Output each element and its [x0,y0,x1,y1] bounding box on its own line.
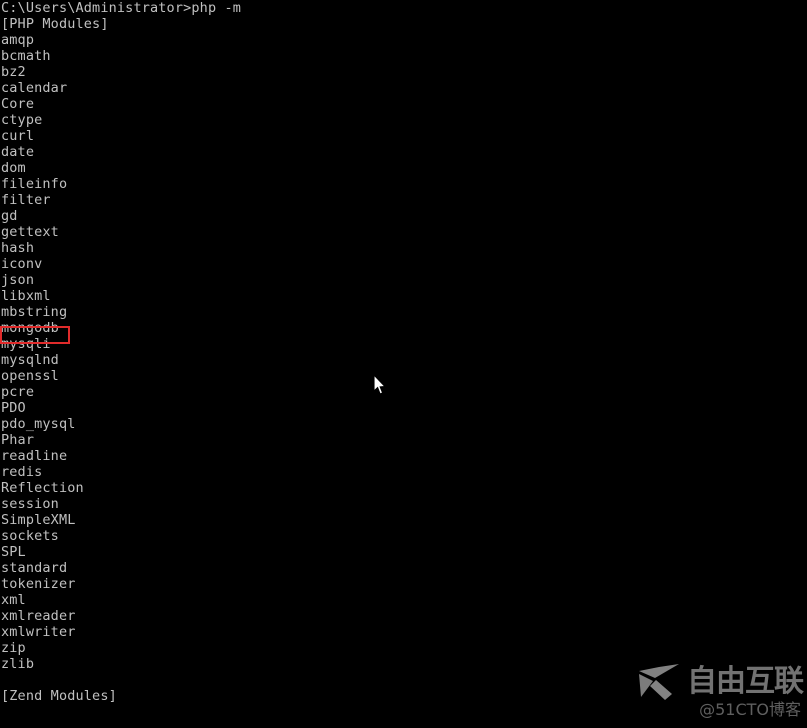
module-list-item: iconv [1,256,43,272]
module-list-item: gettext [1,224,59,240]
module-list-item: Phar [1,432,35,448]
module-list-item: fileinfo [1,176,68,192]
module-list-item: json [1,272,35,288]
module-list-item: sockets [1,528,59,544]
module-list-item: SPL [1,544,26,560]
module-list-item: mbstring [1,304,68,320]
module-list-item: standard [1,560,68,576]
module-list-item: libxml [1,288,51,304]
command-prompt-window[interactable]: C:\Users\Administrator>php -m [PHP Modul… [0,0,807,728]
module-list-item: filter [1,192,51,208]
console-output-area: C:\Users\Administrator>php -m [PHP Modul… [0,0,807,704]
module-list-item: bz2 [1,64,26,80]
module-list-item: session [1,496,59,512]
module-list-item: xmlwriter [1,624,76,640]
module-list-item: PDO [1,400,26,416]
module-list-item: pcre [1,384,35,400]
module-list-item: xmlreader [1,608,76,624]
module-list-item: redis [1,464,43,480]
module-list-item: amqp [1,32,35,48]
module-list-item: tokenizer [1,576,76,592]
module-list-item: mysqlnd [1,352,59,368]
module-list-item: bcmath [1,48,51,64]
php-modules-header: [PHP Modules] [1,16,109,32]
module-list-item: Reflection [1,480,84,496]
module-list-item: readline [1,448,68,464]
module-list-item: calendar [1,80,68,96]
module-list-item: dom [1,160,26,176]
module-list-item: zip [1,640,26,656]
module-list-item: pdo_mysql [1,416,76,432]
module-list-item: mongodb [1,320,59,336]
module-list-item: SimpleXML [1,512,76,528]
module-list-item: xml [1,592,26,608]
module-list-item: curl [1,128,35,144]
module-list-item: ctype [1,112,43,128]
module-list-item: Core [1,96,35,112]
module-list-item: gd [1,208,18,224]
module-list-item: date [1,144,35,160]
command-prompt-line: C:\Users\Administrator>php -m [1,0,242,16]
module-list-item: zlib [1,656,35,672]
module-list-item: openssl [1,368,59,384]
php-module-list: amqp bcmath bz2 calendar Core ctype curl date do… [0,32,807,672]
module-list-item: mysqli [1,336,51,352]
zend-modules-header: [Zend Modules] [1,688,117,704]
module-list-item: hash [1,240,35,256]
